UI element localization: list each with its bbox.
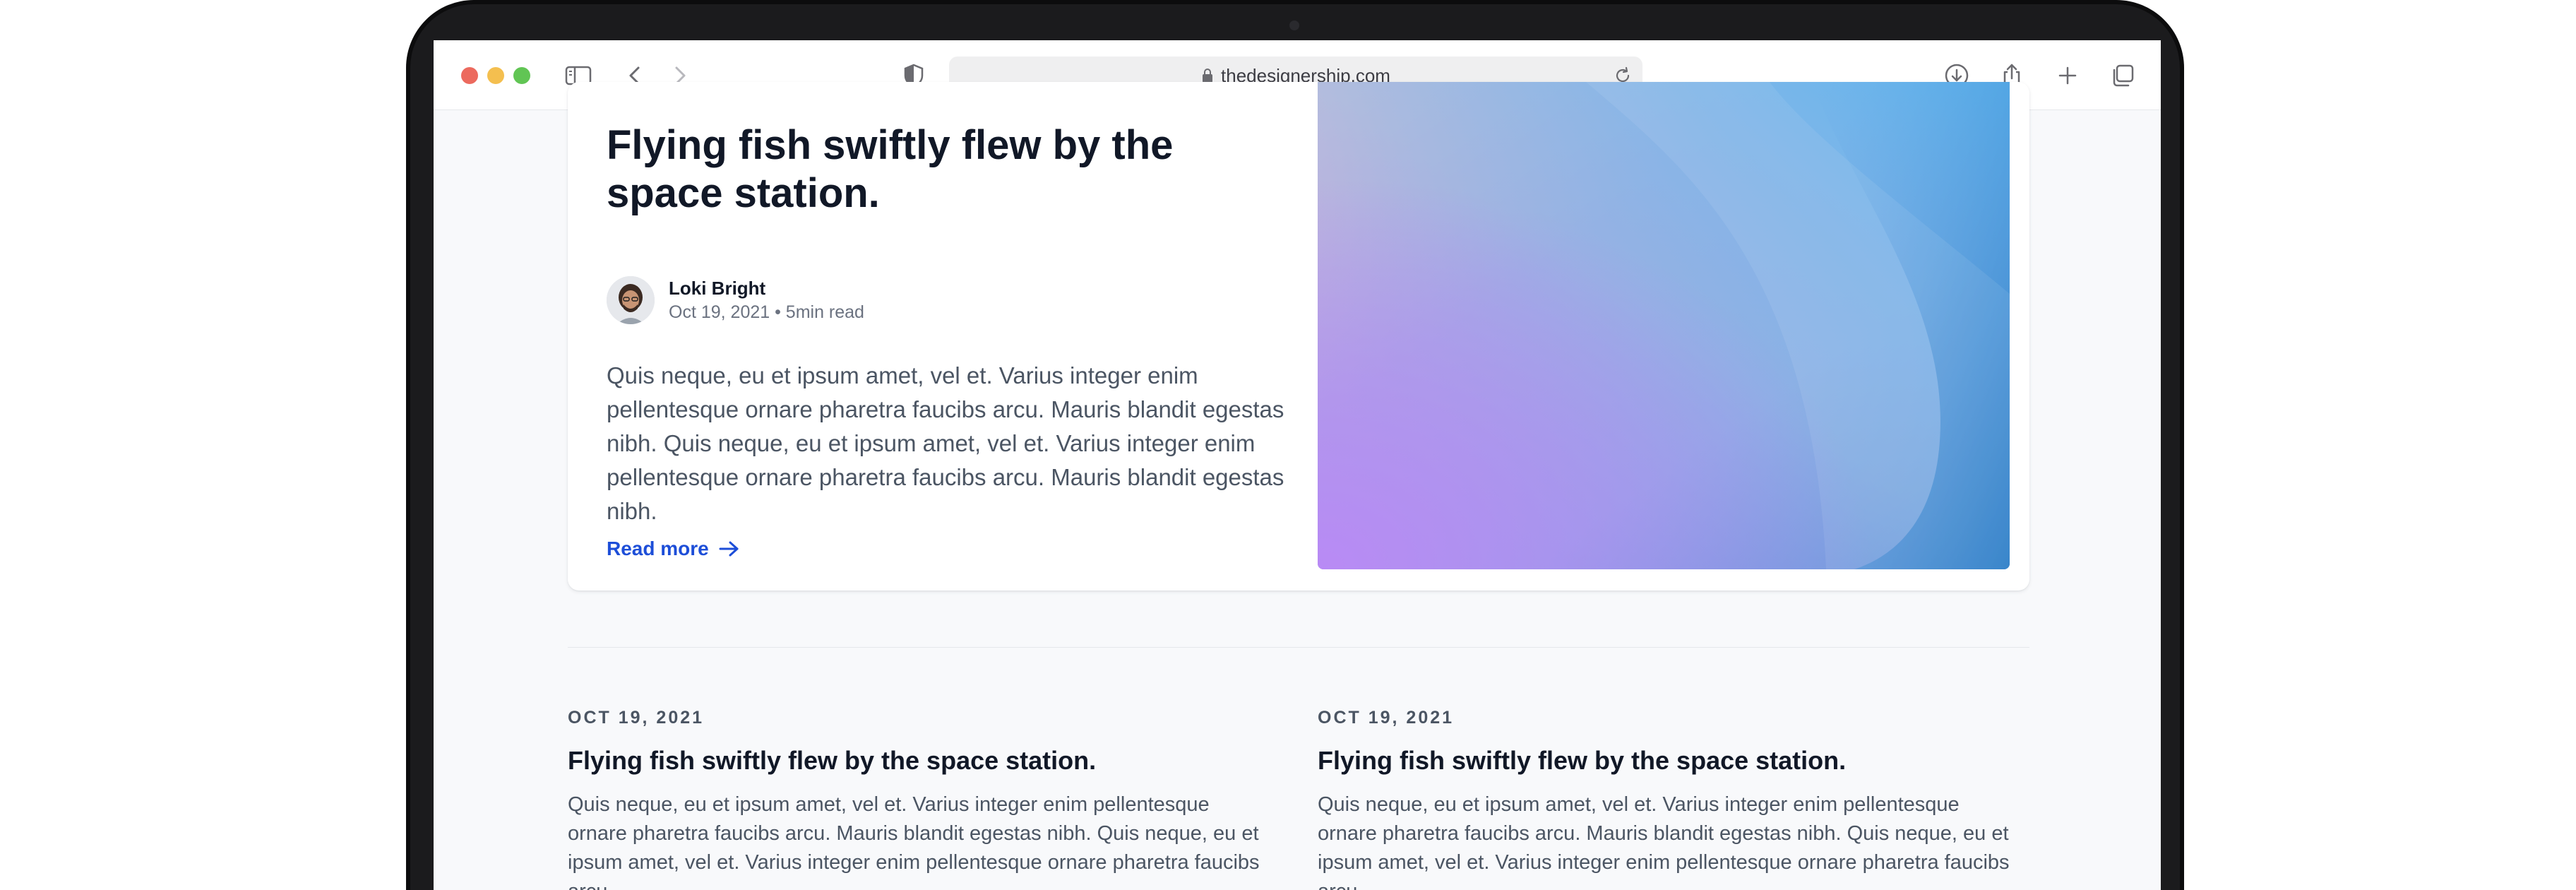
page-content: Flying fish swiftly flew by the space st…	[434, 82, 2161, 890]
post-title[interactable]: Flying fish swiftly flew by the space st…	[1318, 745, 2017, 776]
post-meta: Oct 19, 2021 • 5min read	[669, 302, 864, 322]
author-block: Loki Bright Oct 19, 2021 • 5min read	[607, 276, 864, 324]
camera	[1289, 20, 1299, 30]
post-card[interactable]: OCT 19, 2021 Flying fish swiftly flew by…	[1318, 707, 2017, 890]
screen: thedesignership.com Flying fish swiftly …	[434, 40, 2161, 890]
post-date: OCT 19, 2021	[1318, 708, 1455, 728]
read-more-label: Read more	[607, 538, 709, 559]
author-name[interactable]: Loki Bright	[669, 276, 864, 300]
avatar	[607, 276, 655, 324]
new-tab-icon[interactable]	[2053, 61, 2082, 90]
featured-post-image[interactable]	[1318, 82, 2010, 569]
minimize-window-button[interactable]	[487, 67, 504, 84]
post-card[interactable]: OCT 19, 2021 Flying fish swiftly flew by…	[568, 707, 1267, 890]
close-window-button[interactable]	[461, 67, 478, 84]
post-excerpt: Quis neque, eu et ipsum amet, vel et. Va…	[1318, 793, 2010, 890]
featured-post-card[interactable]: Flying fish swiftly flew by the space st…	[568, 82, 2029, 591]
arrow-right-icon	[719, 541, 739, 557]
post-date: OCT 19, 2021	[568, 708, 705, 728]
read-more-link[interactable]: Read more	[607, 538, 741, 560]
post-excerpt: Quis neque, eu et ipsum amet, vel et. Va…	[568, 793, 1260, 890]
featured-post-excerpt: Quis neque, eu et ipsum amet, vel et. Va…	[607, 362, 1284, 524]
post-title[interactable]: Flying fish swiftly flew by the space st…	[568, 745, 1267, 776]
featured-post-title[interactable]: Flying fish swiftly flew by the space st…	[607, 121, 1284, 218]
tabs-overview-icon[interactable]	[2109, 61, 2137, 90]
lock-icon	[1203, 69, 1213, 83]
section-divider	[568, 647, 2029, 648]
zoom-window-button[interactable]	[513, 67, 530, 84]
